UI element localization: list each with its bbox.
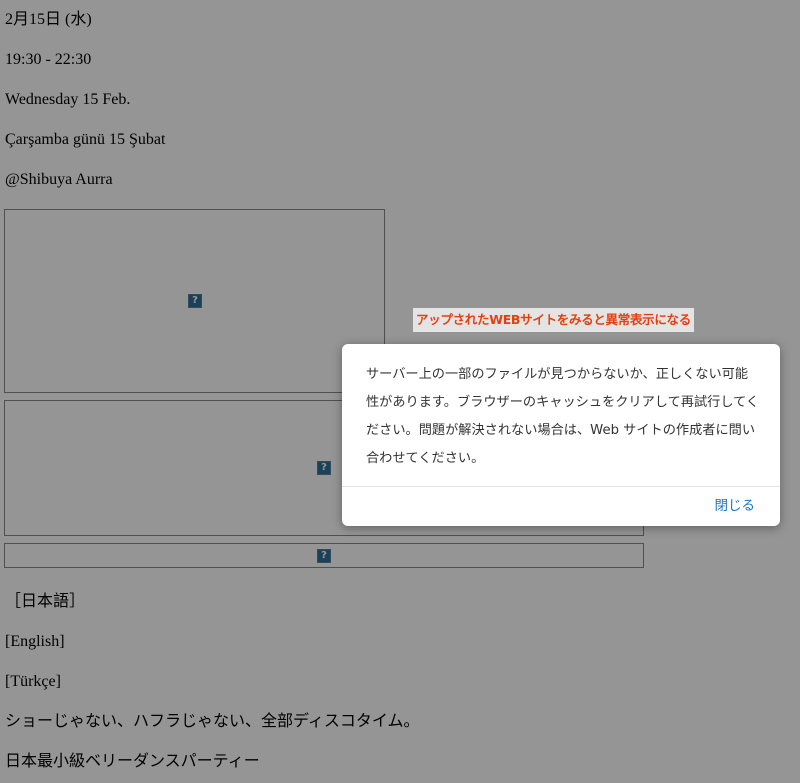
error-dialog: サーバー上の一部のファイルが見つからないか、正しくない可能性があります。ブラウザ… xyxy=(342,344,780,526)
dialog-message: サーバー上の一部のファイルが見つからないか、正しくない可能性があります。ブラウザ… xyxy=(366,367,760,466)
close-button[interactable]: 閉じる xyxy=(715,495,756,517)
annotation-label: アップされたWEBサイトをみると異常表示になる xyxy=(413,308,694,332)
dialog-divider xyxy=(342,486,780,487)
